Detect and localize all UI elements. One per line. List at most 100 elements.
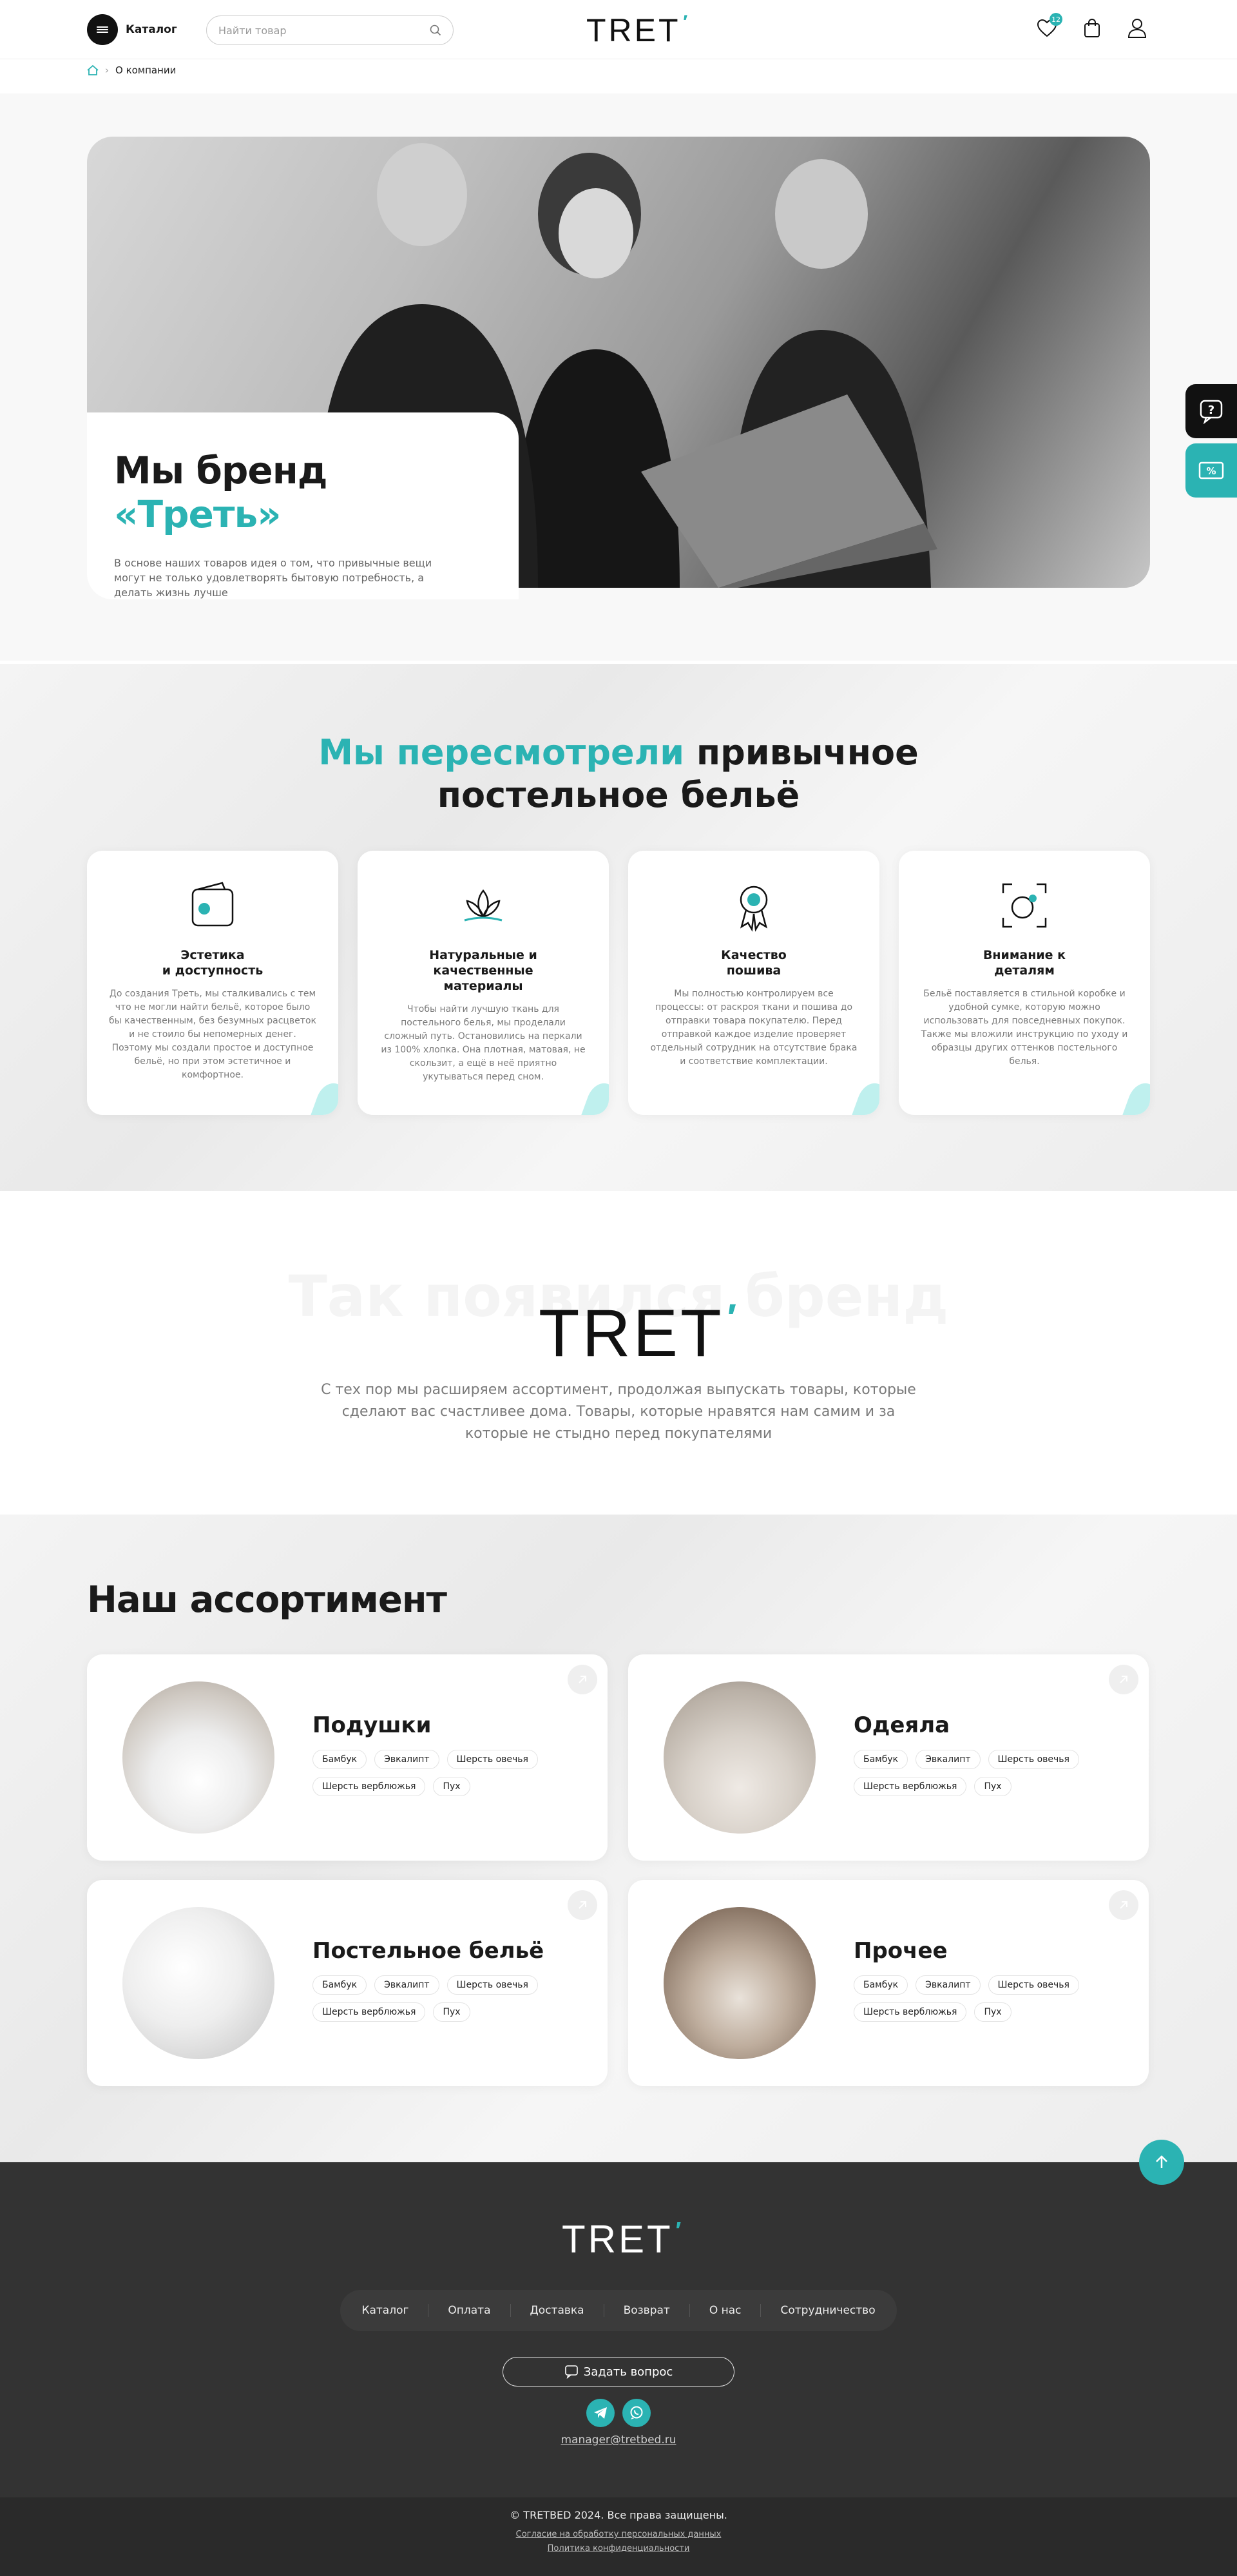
cart-button[interactable] [1079, 15, 1105, 41]
consent-link[interactable]: Согласие на обработку персональных данны… [0, 2530, 1237, 2539]
breadcrumb: › О компании [87, 64, 176, 76]
open-category-button[interactable] [568, 1890, 597, 1920]
ask-question-widget[interactable]: ? [1185, 384, 1237, 438]
category-card-pillows[interactable]: Подушки Бамбук Эвкалипт Шерсть овечья Ше… [87, 1654, 608, 1861]
catalog-label: Каталог [126, 23, 177, 36]
search-box [206, 15, 454, 45]
brand-logo-large: TRET ′ [539, 1295, 737, 1372]
feature-card: Натуральные и качественные материалы Что… [358, 851, 609, 1115]
tag[interactable]: Бамбук [854, 1750, 908, 1769]
tag[interactable]: Пух [974, 2002, 1012, 2022]
tag[interactable]: Пух [433, 2002, 470, 2022]
tag[interactable]: Эвкалипт [374, 1750, 439, 1769]
tag[interactable]: Эвкалипт [374, 1975, 439, 1995]
tag[interactable]: Шерсть верблюжья [312, 2002, 426, 2022]
feature-title: Эстетика и доступность [162, 948, 264, 978]
hero-text: В основе наших товаров идея о том, что п… [114, 557, 432, 599]
category-photo [122, 1907, 274, 2059]
open-category-button[interactable] [1109, 1890, 1138, 1920]
tag[interactable]: Шерсть овечья [988, 1975, 1079, 1995]
ask-question-button[interactable]: Задать вопрос [503, 2357, 734, 2387]
feature-text: Чтобы найти лучшую ткань для постельного… [381, 1004, 586, 1082]
footer-link-returns[interactable]: Возврат [604, 2304, 690, 2317]
arrow-up-right-icon [1120, 1901, 1127, 1909]
category-photo [122, 1681, 274, 1834]
site-logo[interactable]: TRET ′ [586, 12, 689, 49]
tag-list: Бамбук Эвкалипт Шерсть овечья Шерсть вер… [854, 1975, 1111, 2022]
footer-link-partnership[interactable]: Сотрудничество [761, 2304, 894, 2317]
brand-story-text: С тех пор мы расширяем ассортимент, прод… [321, 1382, 916, 1442]
tag[interactable]: Бамбук [312, 1975, 367, 1995]
category-name: Прочее [854, 1938, 948, 1964]
search-input[interactable] [218, 24, 412, 37]
header-actions: 12 [1034, 13, 1150, 41]
tag[interactable]: Эвкалипт [916, 1750, 981, 1769]
footer-link-about[interactable]: О нас [690, 2304, 762, 2317]
tag[interactable]: Эвкалипт [916, 1975, 981, 1995]
category-card-other[interactable]: Прочее Бамбук Эвкалипт Шерсть овечья Шер… [628, 1880, 1149, 2086]
search-icon[interactable] [430, 24, 441, 36]
contact-email-link[interactable]: manager@tretbed.ru [0, 2434, 1237, 2446]
user-icon [1127, 19, 1147, 38]
open-category-button[interactable] [1109, 1665, 1138, 1694]
hero-title-accent: «Треть» [114, 492, 282, 536]
telegram-button[interactable] [586, 2399, 615, 2427]
home-icon[interactable] [87, 65, 99, 75]
discount-widget[interactable]: % [1185, 443, 1237, 498]
tag[interactable]: Шерсть верблюжья [312, 1777, 426, 1796]
category-card-blankets[interactable]: Одеяла Бамбук Эвкалипт Шерсть овечья Шер… [628, 1654, 1149, 1861]
site-header: Каталог TRET′ 12 [0, 0, 1237, 59]
hero-card: Мы бренд «Треть» В основе наших товаров … [87, 412, 519, 599]
footer-logo[interactable]: TRET ′ [562, 2217, 682, 2261]
footer-link-delivery[interactable]: Доставка [511, 2304, 604, 2317]
leaf-decoration [311, 1079, 338, 1115]
tag[interactable]: Бамбук [312, 1750, 367, 1769]
feature-text: До создания Треть, мы сталкивались с тем… [109, 989, 316, 1080]
scroll-to-top-button[interactable] [1139, 2140, 1184, 2185]
logo-text: TRET [586, 12, 681, 48]
category-name: Постельное бельё [312, 1938, 544, 1964]
whatsapp-button[interactable] [622, 2399, 651, 2427]
category-photo [664, 1907, 816, 2059]
logo-accent-mark: ′ [674, 2217, 683, 2243]
logo-accent-mark: ′ [682, 12, 689, 33]
arrow-up-right-icon [579, 1901, 586, 1909]
tag[interactable]: Бамбук [854, 1975, 908, 1995]
account-button[interactable] [1124, 15, 1150, 41]
leaf-decoration [852, 1079, 879, 1115]
category-name: Подушки [312, 1712, 432, 1738]
favorites-button[interactable]: 12 [1034, 13, 1062, 41]
arrow-up-right-icon [579, 1676, 586, 1683]
feature-card: Эстетика и доступность До создания Треть… [87, 851, 338, 1115]
assortment-title: Наш ассортимент [87, 1579, 447, 1621]
ask-question-label: Задать вопрос [583, 2365, 673, 2379]
bag-icon [1084, 19, 1100, 37]
wallet-icon [191, 882, 234, 927]
logo-text: TRET [562, 2218, 673, 2261]
tag[interactable]: Пух [433, 1777, 470, 1796]
lotus-icon [464, 889, 503, 922]
question-chat-icon [564, 2365, 578, 2379]
feature-text: Бельё поставляется в стильной коробке и … [921, 989, 1128, 1067]
features-title: Мы пересмотрели привычное постельное бель… [318, 732, 919, 815]
leaf-decoration [581, 1079, 609, 1115]
open-category-button[interactable] [568, 1665, 597, 1694]
tag[interactable]: Шерсть верблюжья [854, 2002, 967, 2022]
tag[interactable]: Шерсть овечья [446, 1750, 538, 1769]
tag[interactable]: Шерсть верблюжья [854, 1777, 967, 1796]
focus-icon [1002, 883, 1047, 928]
breadcrumb-current: О компании [115, 64, 177, 76]
tag[interactable]: Шерсть овечья [988, 1750, 1079, 1769]
category-card-bedding[interactable]: Постельное бельё Бамбук Эвкалипт Шерсть … [87, 1880, 608, 2086]
telegram-icon [594, 2407, 607, 2419]
breadcrumb-separator: › [105, 64, 109, 76]
tag-list: Бамбук Эвкалипт Шерсть овечья Шерсть вер… [312, 1975, 570, 2022]
footer-link-catalog[interactable]: Каталог [342, 2304, 429, 2317]
catalog-button[interactable]: Каталог [87, 14, 177, 45]
feature-text: Мы полностью контролируем все процессы: … [650, 989, 858, 1067]
tag[interactable]: Шерсть овечья [446, 1975, 538, 1995]
tag-list: Бамбук Эвкалипт Шерсть овечья Шерсть вер… [312, 1750, 570, 1796]
footer-link-payment[interactable]: Оплата [428, 2304, 511, 2317]
tag[interactable]: Пух [974, 1777, 1012, 1796]
privacy-policy-link[interactable]: Политика конфиденциальности [0, 2544, 1237, 2553]
